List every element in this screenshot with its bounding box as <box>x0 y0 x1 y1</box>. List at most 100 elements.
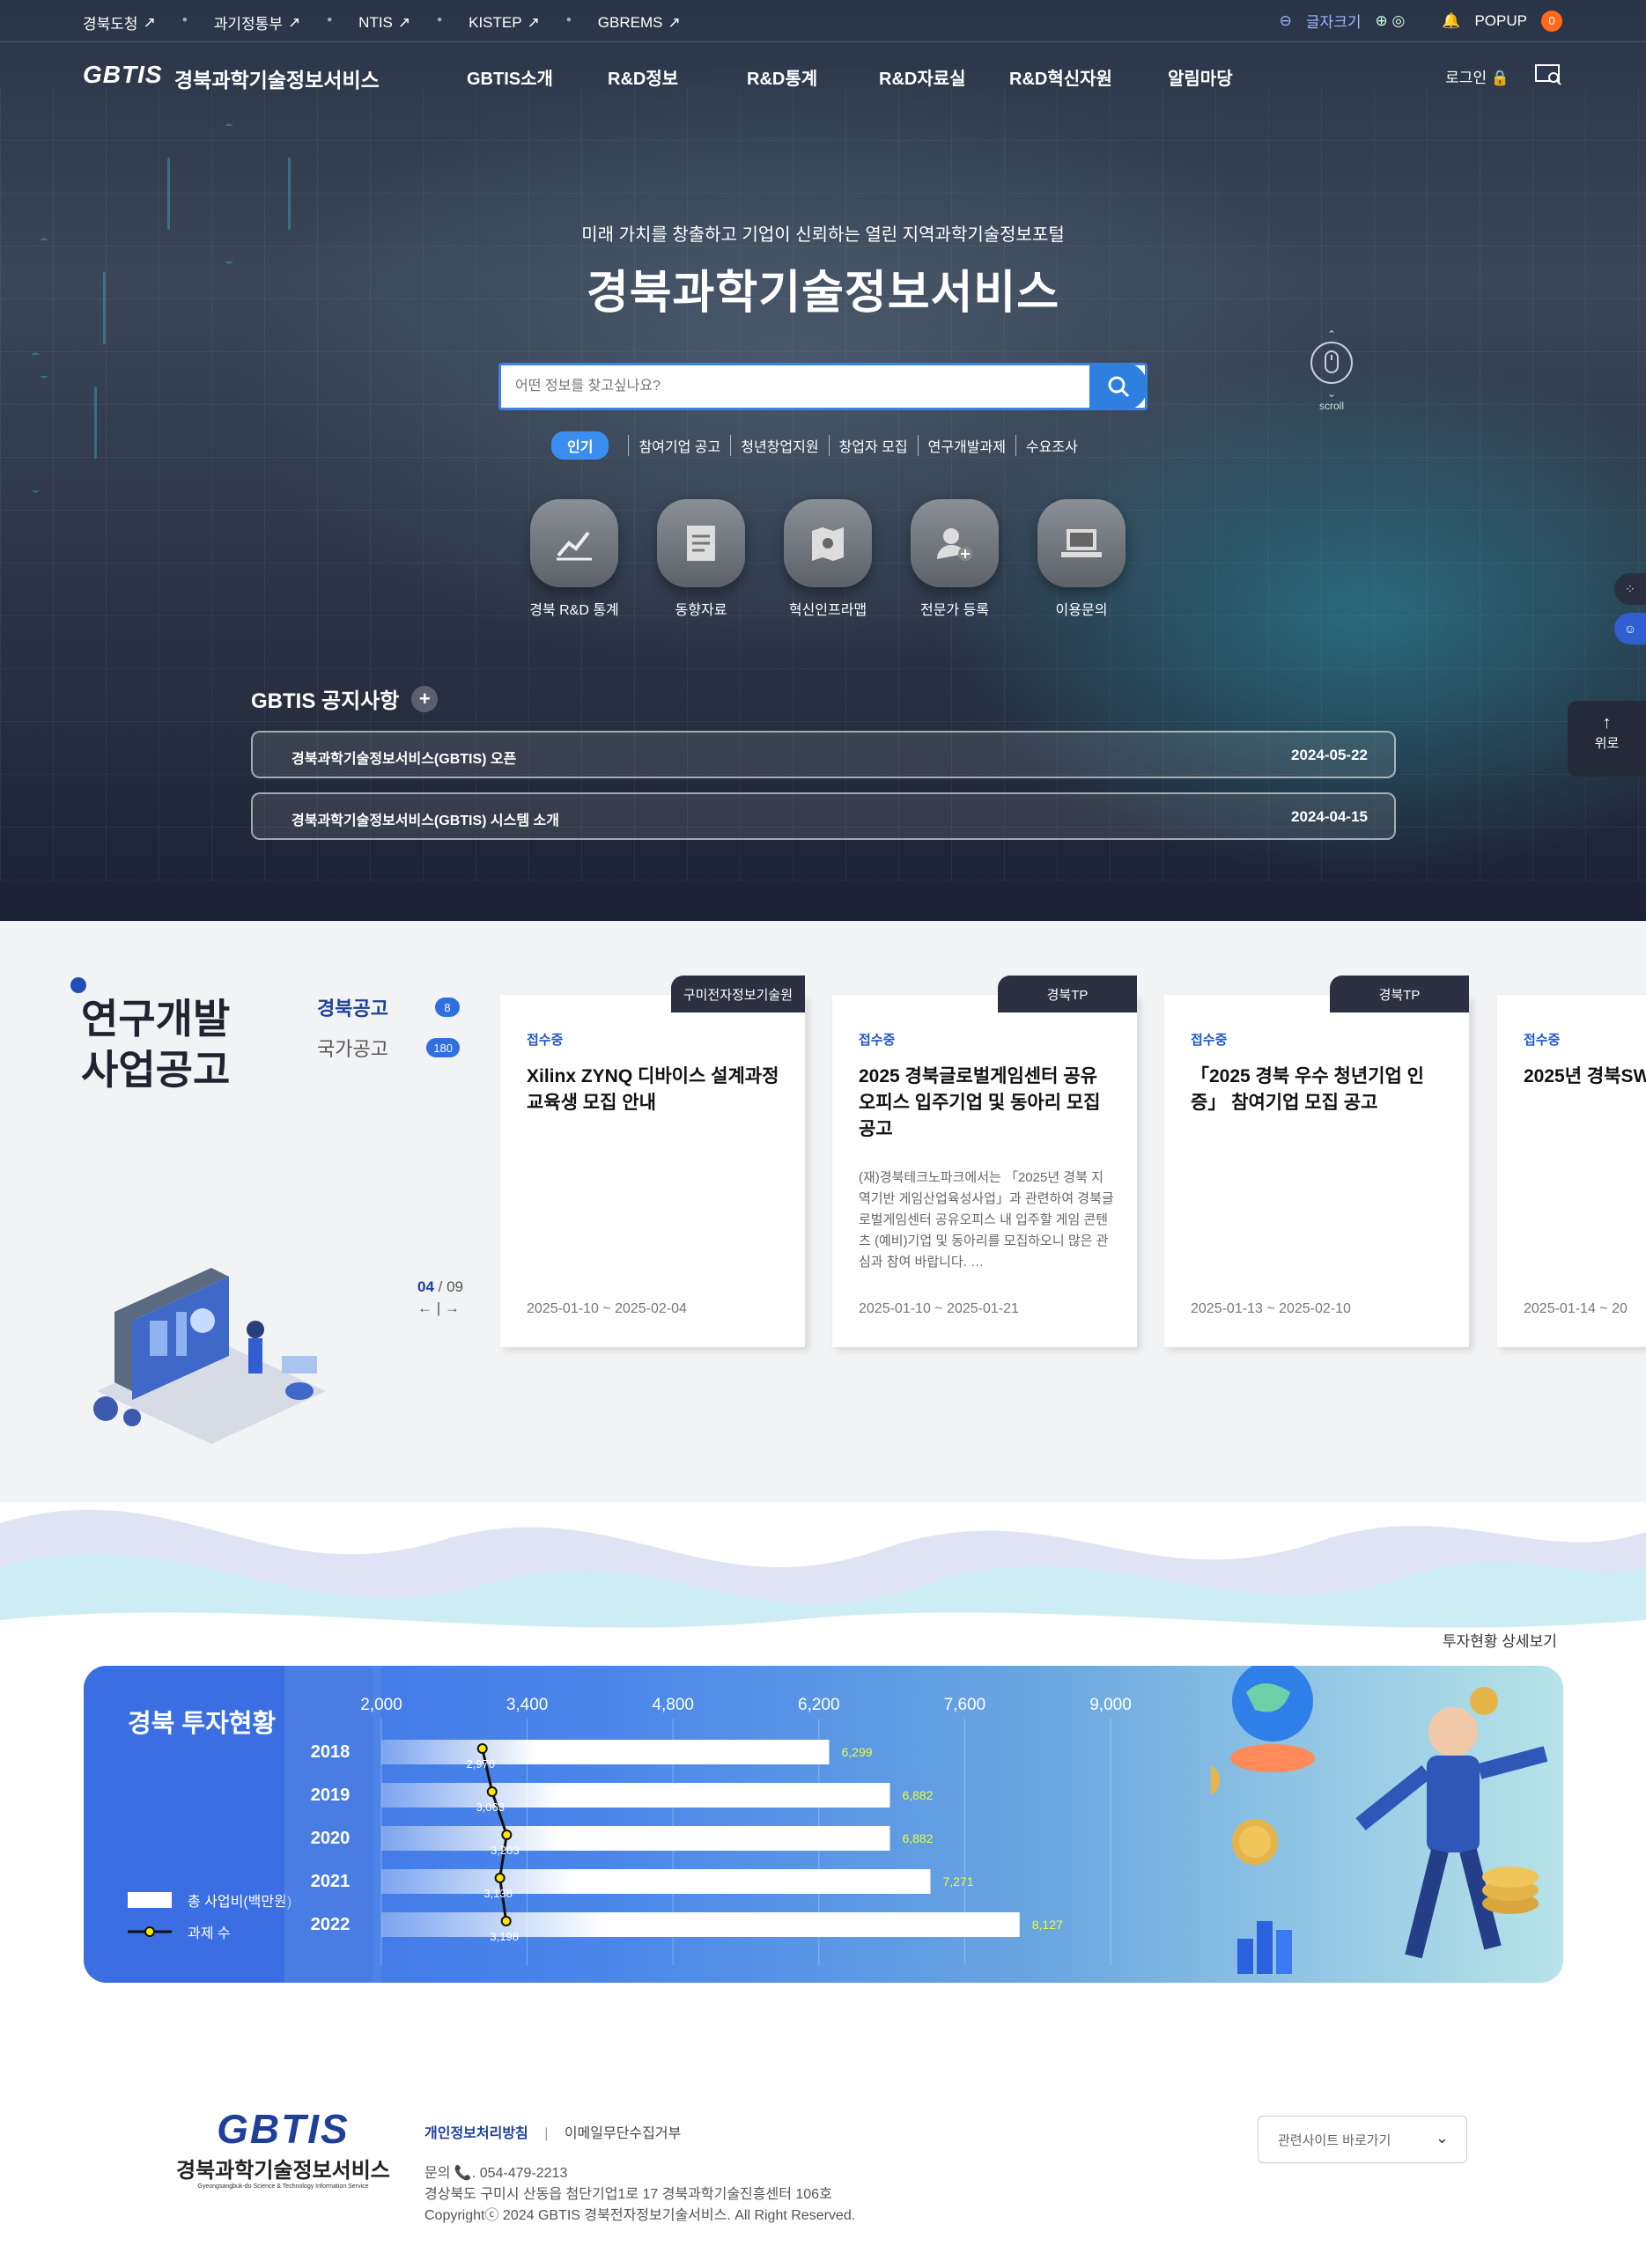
logo-wordmark[interactable]: GBTIS <box>83 61 163 89</box>
font-size-label: 글자크기 <box>1305 14 1362 31</box>
top-link-gbrems[interactable]: GBREMS ↗ <box>598 11 681 33</box>
card-org-tag: 경북TP <box>998 976 1137 1012</box>
line-point <box>476 1743 488 1754</box>
font-decrease-icon[interactable]: ⊖ <box>1280 12 1292 30</box>
line-point <box>494 1873 506 1883</box>
quick-link-infra-map[interactable]: 혁신인프라맵 <box>764 499 891 619</box>
x-tick-label: 2,000 <box>360 1696 402 1714</box>
notice-item-title: 경북과학기술정보서비스(GBTIS) 시스템 소개 <box>292 814 559 828</box>
notice-item-title: 경북과학기술정보서비스(GBTIS) 오픈 <box>292 752 517 767</box>
popular-label: 인기 <box>551 431 609 460</box>
card-date: 2025-01-14 ~ 20 <box>1524 1301 1628 1316</box>
rnd-section-title: 연구개발 사업공고 <box>81 996 231 1093</box>
top-link-ntis[interactable]: NTIS ↗ <box>358 11 410 33</box>
chevron-up-icon: ⌃ <box>1326 328 1337 341</box>
font-increase-icon[interactable]: ⊕ ◎ <box>1375 12 1405 30</box>
investor-illustration <box>1211 1666 1548 1974</box>
external-link-icon: ↗ <box>668 13 681 31</box>
research-illustration <box>93 1268 326 1444</box>
keyword-tag[interactable]: 수요조사 <box>1015 435 1088 456</box>
line-value-label: 3,138 <box>483 1887 513 1900</box>
footer-address: 경상북도 구미시 산동읍 첨단기업1로 17 경북과학기술진흥센터 106호 <box>424 2187 832 2202</box>
popular-keywords: 인기 참여기업 공고 청년창업지원 창업자 모집 연구개발과제 수요조사 <box>551 431 1088 460</box>
keyword-tag[interactable]: 창업자 모집 <box>828 435 918 456</box>
quick-link-trends[interactable]: 동향자료 <box>638 499 764 619</box>
menu-item-rnd-info[interactable]: R&D정보 <box>608 64 747 90</box>
privacy-policy-link[interactable]: 개인정보처리방침 <box>424 2126 528 2141</box>
login-button[interactable]: 로그인 🔒 <box>1445 65 1509 87</box>
card-title: Xilinx ZYNQ 디바이스 설계과정 교육생 모집 안내 <box>527 1066 779 1113</box>
card-date: 2025-01-10 ~ 2025-01-21 <box>859 1301 1019 1316</box>
logo-name[interactable]: 경북과학기술정보서비스 <box>174 63 380 93</box>
menu-item-notice-board[interactable]: 알림마당 <box>1168 64 1233 90</box>
keyword-tag[interactable]: 참여기업 공고 <box>628 435 730 456</box>
card-title: 「2025 경북 우수 청년기업 인증」 참여기업 모집 공고 <box>1191 1066 1424 1113</box>
back-to-top-button[interactable]: ↑ 위로 <box>1568 701 1646 777</box>
notice-item-date: 2024-05-22 <box>1291 747 1368 763</box>
search-button[interactable] <box>1089 363 1148 410</box>
scroll-label: scroll <box>1318 400 1344 412</box>
arrow-up-icon: ↑ <box>1602 713 1612 733</box>
menu-item-rnd-innovation[interactable]: R&D혁신자원 <box>1009 64 1168 90</box>
menu-item-rnd-stats[interactable]: R&D통계 <box>747 64 879 90</box>
arrow-left-icon[interactable]: ← <box>417 1300 432 1316</box>
bar-value-label: 6,882 <box>902 1831 933 1845</box>
bar <box>381 1783 890 1808</box>
quick-link-expert-register[interactable]: 전문가 등록 <box>891 499 1018 619</box>
footer-contact: 문의 📞. 054-479-2213 <box>424 2166 568 2181</box>
menu-item-gbtis-intro[interactable]: GBTIS소개 <box>467 64 608 90</box>
chatbot-icon[interactable]: ☺ <box>1614 613 1646 644</box>
lock-icon: 🔒 <box>1490 70 1509 86</box>
menu-item-rnd-archive[interactable]: R&D자료실 <box>879 64 1009 90</box>
quick-link-inquiry[interactable]: 이용문의 <box>1018 499 1145 619</box>
investment-detail-link[interactable]: 투자현황 상세보기 <box>1443 1629 1557 1651</box>
bar <box>381 1740 830 1764</box>
arrow-right-icon[interactable]: → <box>445 1300 460 1316</box>
scroll-indicator[interactable]: ⌃ ⌄ scroll <box>1307 328 1356 412</box>
tab-gyeongbuk[interactable]: 경북공고 8 <box>317 993 460 1021</box>
plus-icon[interactable]: + <box>411 685 439 712</box>
rnd-card[interactable]: 구미전자정보기술원 접수중 Xilinx ZYNQ 디바이스 설계과정 교육생 … <box>500 976 805 1347</box>
keyword-tag[interactable]: 청년창업지원 <box>730 435 828 456</box>
chevron-down-icon: ⌄ <box>1326 387 1337 400</box>
sitemap-icon[interactable]: ⁘ <box>1614 573 1646 605</box>
main-nav: GBTIS 경북과학기술정보서비스 GBTIS소개 R&D정보 R&D통계 R&… <box>0 43 1646 110</box>
email-refuse-link[interactable]: 이메일무단수집거부 <box>565 2126 681 2141</box>
rnd-card[interactable]: 경북TP 접수중 「2025 경북 우수 청년기업 인증」 참여기업 모집 공고… <box>1164 976 1469 1347</box>
decorative-dot <box>70 977 86 993</box>
category-label: 2019 <box>311 1786 351 1805</box>
quick-link-rnd-stats[interactable]: 경북 R&D 통계 <box>511 499 638 619</box>
legend-bar-swatch <box>128 1892 172 1908</box>
line-point <box>486 1786 498 1797</box>
utility-bar: 경북도청 ↗ • 과기정통부 ↗ • NTIS ↗ • KISTEP ↗ • GBREM… <box>0 0 1646 42</box>
keyword-tag[interactable]: 연구개발과제 <box>917 435 1015 456</box>
top-link-gyeongbuk[interactable]: 경북도청 ↗ <box>83 11 156 33</box>
notice-item-date: 2024-04-15 <box>1291 808 1368 825</box>
card-date: 2025-01-10 ~ 2025-02-04 <box>527 1301 687 1316</box>
notice-row[interactable]: 경북과학기술정보서비스(GBTIS) 시스템 소개 2024-04-15 <box>251 792 1396 840</box>
wave-decoration <box>0 1509 1646 1664</box>
top-link-msit[interactable]: 과기정통부 ↗ <box>214 11 300 33</box>
external-link-icon: ↗ <box>527 13 540 31</box>
bar <box>381 1826 890 1851</box>
chevron-down-icon: ⌄ <box>1435 2129 1449 2146</box>
rnd-card[interactable]: 접수중 2025년 경북SW 상반기 수요기관 2025-01-14 ~ 20 <box>1497 995 1646 1347</box>
popup-button[interactable]: POPUP <box>1474 12 1527 30</box>
external-link-icon: ↗ <box>287 13 301 31</box>
related-sites-select[interactable]: 관련사이트 바로가기 ⌄ <box>1258 2116 1467 2163</box>
card-title: 2025 경북글로벌게임센터 공유오피스 입주기업 및 동아리 모집 공고 <box>859 1066 1101 1139</box>
rnd-card[interactable]: 경북TP 접수중 2025 경북글로벌게임센터 공유오피스 입주기업 및 동아리… <box>832 976 1137 1347</box>
card-org-tag: 구미전자정보기술원 <box>670 976 805 1012</box>
user-add-icon <box>911 499 999 587</box>
card-status: 접수중 <box>527 1033 564 1048</box>
external-link-icon: ↗ <box>397 13 411 31</box>
investment-panel: 경북 투자현황 총 사업비(백만원) 과제 수 2,000 3,400 4,800 6… <box>84 1666 1563 1983</box>
tab-national[interactable]: 국가공고 180 <box>317 1034 460 1062</box>
line-value-label: 3,063 <box>476 1800 505 1814</box>
bar-value-label: 6,299 <box>842 1745 873 1759</box>
notice-row[interactable]: 경북과학기술정보서비스(GBTIS) 오픈 2024-05-22 <box>251 731 1396 778</box>
search-input[interactable] <box>515 374 1061 399</box>
top-link-kistep[interactable]: KISTEP ↗ <box>469 11 540 33</box>
x-tick-label: 4,800 <box>652 1696 694 1714</box>
search-menu-icon[interactable] <box>1534 63 1562 85</box>
